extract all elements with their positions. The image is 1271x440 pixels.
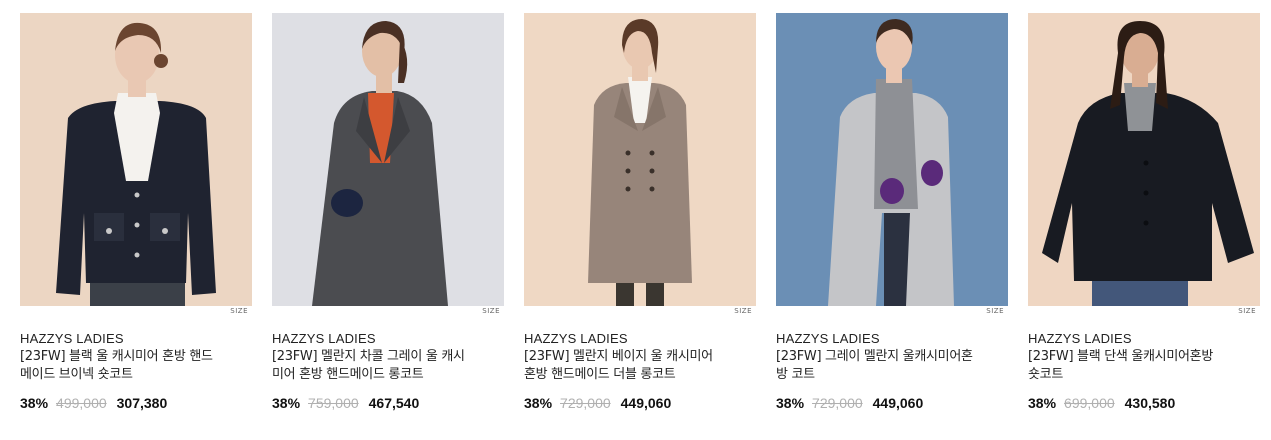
product-brand: HAZZYS LADIES — [272, 331, 376, 346]
price-row: 38% 729,000 449,060 — [776, 394, 1008, 412]
product-name-line1: [23FW] 블랙 울 캐시미어 혼방 핸드 — [20, 349, 213, 364]
price-row: 38% 759,000 467,540 — [272, 394, 504, 412]
price-row: 38% 729,000 449,060 — [524, 394, 756, 412]
product-name-line2: 숏코트 — [1028, 367, 1063, 382]
discount-rate: 38% — [776, 395, 805, 411]
product-name[interactable]: [23FW] 블랙 단색 울캐시미어혼방 숏코트 — [1028, 348, 1260, 384]
product-card[interactable]: SIZE HAZZYS LADIES [23FW] 블랙 울 캐시미어 혼방 핸… — [20, 13, 252, 412]
price-row: 38% 699,000 430,580 — [1028, 394, 1260, 412]
size-label: SIZE — [1238, 307, 1256, 315]
sale-price: 449,060 — [620, 395, 672, 411]
product-name[interactable]: [23FW] 멜란지 차콜 그레이 울 캐시 미어 혼방 핸드메이드 롱코트 — [272, 348, 504, 384]
original-price: 759,000 — [308, 395, 359, 411]
discount-rate: 38% — [20, 395, 49, 411]
size-label: SIZE — [986, 307, 1004, 315]
sale-price: 449,060 — [872, 395, 924, 411]
discount-rate: 38% — [272, 395, 301, 411]
product-image[interactable] — [1028, 13, 1260, 306]
product-brand: HAZZYS LADIES — [1028, 331, 1132, 346]
product-image[interactable] — [776, 13, 1008, 306]
size-label: SIZE — [482, 307, 500, 315]
product-name-line2: 미어 혼방 핸드메이드 롱코트 — [272, 367, 424, 382]
discount-rate: 38% — [1028, 395, 1057, 411]
product-name[interactable]: [23FW] 그레이 멜란지 울캐시미어혼 방 코트 — [776, 348, 1008, 384]
original-price: 729,000 — [812, 395, 863, 411]
size-strip: SIZE — [20, 306, 252, 318]
product-image[interactable] — [524, 13, 756, 306]
discount-rate: 38% — [524, 395, 553, 411]
product-name[interactable]: [23FW] 멜란지 베이지 울 캐시미어 혼방 핸드메이드 더블 롱코트 — [524, 348, 756, 384]
original-price: 499,000 — [56, 395, 107, 411]
product-name-line2: 메이드 브이넥 숏코트 — [20, 367, 133, 382]
product-name-line1: [23FW] 그레이 멜란지 울캐시미어혼 — [776, 349, 973, 364]
product-image[interactable] — [20, 13, 252, 306]
sale-price: 430,580 — [1124, 395, 1176, 411]
product-name-line1: [23FW] 멜란지 차콜 그레이 울 캐시 — [272, 349, 465, 364]
original-price: 729,000 — [560, 395, 611, 411]
size-label: SIZE — [230, 307, 248, 315]
product-brand: HAZZYS LADIES — [524, 331, 628, 346]
product-brand: HAZZYS LADIES — [776, 331, 880, 346]
size-strip: SIZE — [776, 306, 1008, 318]
size-label: SIZE — [734, 307, 752, 315]
size-strip: SIZE — [1028, 306, 1260, 318]
product-name-line2: 혼방 핸드메이드 더블 롱코트 — [524, 367, 676, 382]
product-card[interactable]: SIZE HAZZYS LADIES [23FW] 멜란지 베이지 울 캐시미어… — [524, 13, 756, 412]
original-price: 699,000 — [1064, 395, 1115, 411]
product-card[interactable]: SIZE HAZZYS LADIES [23FW] 블랙 단색 울캐시미어혼방 … — [1028, 13, 1260, 412]
product-name[interactable]: [23FW] 블랙 울 캐시미어 혼방 핸드 메이드 브이넥 숏코트 — [20, 348, 252, 384]
product-card[interactable]: SIZE HAZZYS LADIES [23FW] 멜란지 차콜 그레이 울 캐… — [272, 13, 504, 412]
product-grid: SIZE HAZZYS LADIES [23FW] 블랙 울 캐시미어 혼방 핸… — [20, 13, 1260, 412]
sale-price: 467,540 — [368, 395, 420, 411]
price-row: 38% 499,000 307,380 — [20, 394, 252, 412]
product-name-line1: [23FW] 블랙 단색 울캐시미어혼방 — [1028, 349, 1213, 364]
product-name-line2: 방 코트 — [776, 367, 815, 382]
size-strip: SIZE — [524, 306, 756, 318]
product-name-line1: [23FW] 멜란지 베이지 울 캐시미어 — [524, 349, 713, 364]
product-image[interactable] — [272, 13, 504, 306]
size-strip: SIZE — [272, 306, 504, 318]
product-card[interactable]: SIZE HAZZYS LADIES [23FW] 그레이 멜란지 울캐시미어혼… — [776, 13, 1008, 412]
product-brand: HAZZYS LADIES — [20, 331, 124, 346]
sale-price: 307,380 — [116, 395, 168, 411]
